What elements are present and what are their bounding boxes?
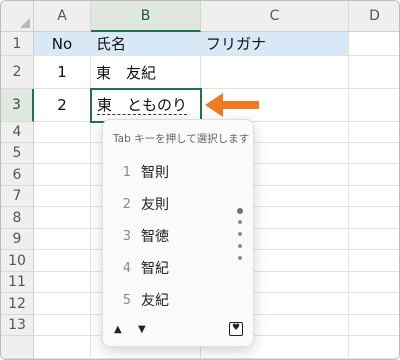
- empty-cell[interactable]: [34, 143, 91, 164]
- row-header-10[interactable]: 10: [1, 250, 34, 272]
- page-dot: [238, 244, 242, 248]
- empty-cell[interactable]: [349, 315, 399, 336]
- row-header-9[interactable]: 9: [1, 229, 34, 250]
- candidate-number: 2: [122, 196, 131, 212]
- empty-cell[interactable]: [349, 272, 399, 293]
- empty-cell[interactable]: [34, 315, 91, 336]
- candidate-number: 5: [122, 292, 131, 308]
- empty-cell[interactable]: [34, 207, 91, 229]
- empty-cell[interactable]: [349, 293, 399, 315]
- candidate-number: 1: [122, 164, 131, 180]
- row-header-1[interactable]: 1: [1, 32, 34, 56]
- empty-cell[interactable]: [349, 164, 399, 186]
- page-down-icon[interactable]: ▼: [138, 324, 146, 335]
- arrow-head: [205, 93, 223, 117]
- row-header-blank: [1, 336, 34, 359]
- column-header-c[interactable]: C: [201, 1, 349, 32]
- candidate-item-3[interactable]: 3 智徳: [103, 220, 253, 252]
- candidate-number: 4: [122, 260, 131, 276]
- cell-d3[interactable]: [349, 89, 399, 122]
- row-header-2[interactable]: 2: [1, 56, 34, 89]
- empty-cell[interactable]: [349, 186, 399, 207]
- row-header-4[interactable]: 4: [1, 122, 34, 143]
- ime-hint-text: Tab キーを押して選択します: [113, 133, 250, 145]
- candidate-item-4[interactable]: 4 智紀: [103, 252, 253, 284]
- page-dot: [238, 232, 242, 236]
- empty-cell[interactable]: [34, 250, 91, 272]
- page-up-icon[interactable]: ▲: [114, 324, 122, 335]
- pointer-arrow-icon: [205, 93, 259, 117]
- empty-cell[interactable]: [34, 336, 91, 359]
- cell-d1[interactable]: [349, 32, 399, 56]
- cell-b1[interactable]: 氏名: [91, 32, 201, 56]
- empty-cell[interactable]: [34, 122, 91, 143]
- empty-cell[interactable]: [34, 272, 91, 293]
- row-header-7[interactable]: 7: [1, 186, 34, 207]
- cell-b3-editing[interactable]: 東 とものり: [90, 88, 202, 123]
- cell-a1[interactable]: No: [34, 32, 91, 56]
- favorite-icon[interactable]: ♥: [229, 322, 243, 336]
- candidate-text: 智徳: [141, 229, 169, 245]
- empty-cell[interactable]: [349, 143, 399, 164]
- empty-cell[interactable]: [34, 229, 91, 250]
- candidate-text: 智則: [141, 165, 169, 181]
- candidate-item-5[interactable]: 5 友紀: [103, 284, 253, 316]
- page-dot: [238, 256, 242, 260]
- empty-cell[interactable]: [34, 293, 91, 315]
- select-all-triangle-icon: [20, 18, 30, 28]
- candidate-item-1[interactable]: 1 智則: [103, 156, 253, 188]
- cell-a2[interactable]: 1: [34, 56, 91, 89]
- page-dot: [238, 220, 242, 224]
- row-header-6[interactable]: 6: [1, 164, 34, 186]
- arrow-shaft: [219, 101, 259, 109]
- spreadsheet-window: A B C D 1 2 3 4 5 6 7 8 9 10 11 12 13 No…: [0, 0, 400, 360]
- ime-composition-text: 東 とものり: [97, 96, 188, 115]
- row-header-5[interactable]: 5: [1, 143, 34, 164]
- empty-cell[interactable]: [34, 164, 91, 186]
- column-header-d[interactable]: D: [349, 1, 399, 32]
- candidate-text: 友則: [141, 197, 169, 213]
- cell-a3[interactable]: 2: [34, 89, 91, 122]
- empty-cell[interactable]: [349, 336, 399, 359]
- row-header-8[interactable]: 8: [1, 207, 34, 229]
- select-all-corner[interactable]: [1, 1, 34, 32]
- row-header-13[interactable]: 13: [1, 315, 34, 336]
- empty-cell[interactable]: [349, 250, 399, 272]
- row-header-3[interactable]: 3: [1, 89, 34, 122]
- column-header-a[interactable]: A: [34, 1, 91, 32]
- empty-cell[interactable]: [349, 122, 399, 143]
- row-header-11[interactable]: 11: [1, 272, 34, 293]
- candidate-text: 友紀: [141, 293, 169, 309]
- empty-cell[interactable]: [349, 207, 399, 229]
- cell-d2[interactable]: [349, 56, 399, 89]
- candidate-text: 智紀: [141, 261, 169, 277]
- ime-candidate-window: Tab キーを押して選択します 1 智則 2 友則 3 智徳 4 智紀 5 友紀: [102, 119, 254, 347]
- candidate-number: 3: [122, 228, 131, 244]
- cell-c2[interactable]: [201, 56, 349, 89]
- cell-c1[interactable]: フリガナ: [201, 32, 349, 56]
- empty-cell[interactable]: [349, 229, 399, 250]
- empty-cell[interactable]: [34, 186, 91, 207]
- ime-footer: ▲ ▼ ♥: [103, 316, 253, 346]
- page-dot-active: [237, 208, 243, 214]
- row-header-12[interactable]: 12: [1, 293, 34, 315]
- column-header-b[interactable]: B: [91, 1, 201, 32]
- cell-b2[interactable]: 東 友紀: [91, 56, 201, 89]
- candidate-item-2[interactable]: 2 友則: [103, 188, 253, 220]
